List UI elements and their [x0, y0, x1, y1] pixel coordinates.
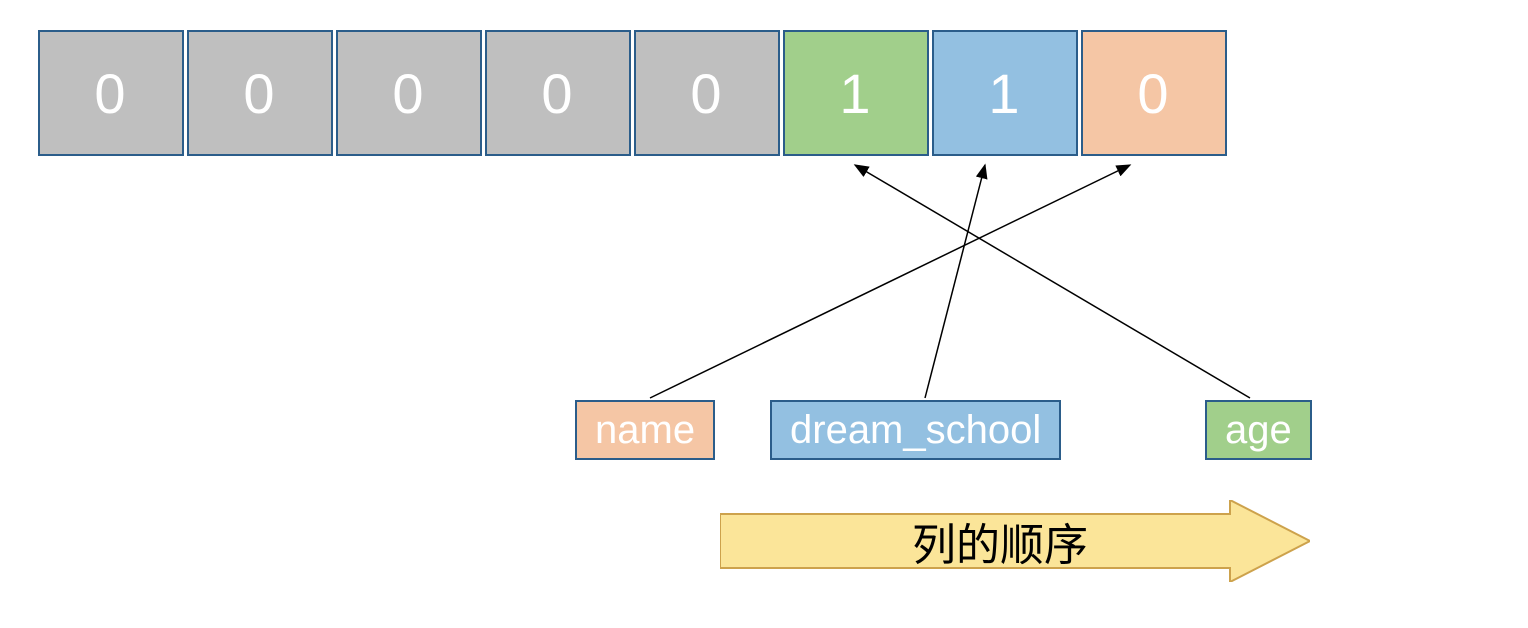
- bit-cell: 0: [1081, 30, 1227, 156]
- direction-arrow: 列的顺序: [720, 500, 1310, 582]
- bit-cell: 0: [336, 30, 482, 156]
- column-label-dream-school: dream_school: [770, 400, 1061, 460]
- bit-cell: 0: [485, 30, 631, 156]
- bit-cell: 0: [634, 30, 780, 156]
- bit-cell: 0: [187, 30, 333, 156]
- diagram-stage: 0 0 0 0 0 1 1 0 name dream_school age 列的…: [0, 0, 1528, 628]
- bit-cell: 0: [38, 30, 184, 156]
- column-label-age: age: [1205, 400, 1312, 460]
- bit-cell: 1: [783, 30, 929, 156]
- bit-cell: 1: [932, 30, 1078, 156]
- column-label-name: name: [575, 400, 715, 460]
- bit-row: 0 0 0 0 0 1 1 0: [38, 30, 1230, 156]
